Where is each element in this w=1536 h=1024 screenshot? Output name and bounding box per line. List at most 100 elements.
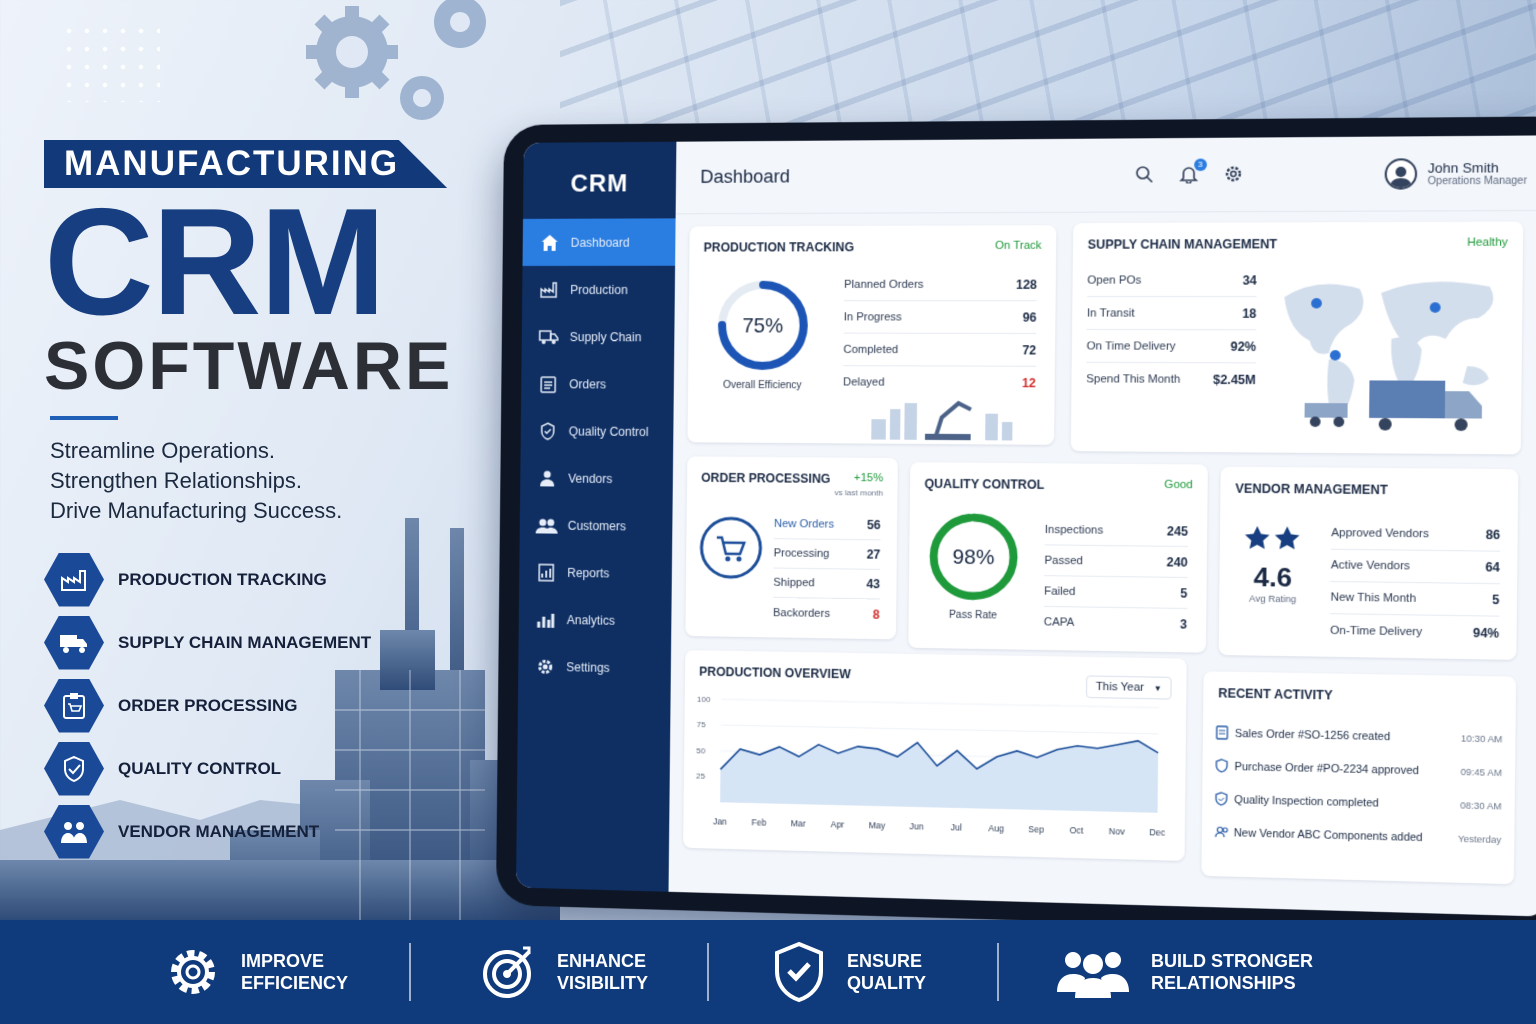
status-badge: On Track xyxy=(994,239,1042,253)
recent-activity-card[interactable]: RECENT ACTIVITY Sales Order #SO-1256 cre… xyxy=(1201,671,1517,885)
page-title: Dashboard xyxy=(700,166,791,187)
sidebar-item-label: Vendors xyxy=(568,471,613,486)
vendor-management-card[interactable]: VENDOR MANAGEMENT 4.6 Avg Rating Approve… xyxy=(1218,466,1519,660)
stat-value: 5 xyxy=(1492,592,1500,608)
status-badge: Good xyxy=(1164,478,1193,492)
stat-value: 72 xyxy=(1022,342,1037,358)
benefit-item: ENSURE QUALITY xyxy=(771,941,997,1003)
top-bar: Dashboard 3 John Smith Operations Manage… xyxy=(675,135,1536,215)
handshake-icon xyxy=(44,804,104,859)
quality-control-card[interactable]: QUALITY CONTROL Good 98% Pass Rate Inspe… xyxy=(908,462,1208,653)
sidebar-item-vendors[interactable]: Vendors xyxy=(520,454,673,503)
activity-time: 10:30 AM xyxy=(1460,733,1503,745)
truck-icon xyxy=(44,615,104,670)
stat-value: 34 xyxy=(1242,272,1257,288)
sidebar-item-production[interactable]: Production xyxy=(522,266,675,313)
x-tick-label: Jun xyxy=(909,821,924,832)
stat-label: CAPA xyxy=(1043,616,1075,629)
stat-value: 8 xyxy=(872,606,880,622)
feature-label: ORDER PROCESSING xyxy=(118,695,298,715)
benefit-item: IMPROVE EFFICIENCY xyxy=(165,942,391,1002)
stat-row: Failed 5 xyxy=(1043,576,1188,609)
benefit-item: ENHANCE VISIBILITY xyxy=(481,942,707,1002)
promo-panel: MANUFACTURING CRM SOFTWARE Streamline Op… xyxy=(44,140,474,863)
inspection-icon xyxy=(1215,791,1234,809)
stat-row: Inspections 245 xyxy=(1044,514,1189,548)
feature-list: PRODUCTION TRACKING SUPPLY CHAIN MANAGEM… xyxy=(44,548,474,863)
order-processing-card[interactable]: ORDER PROCESSING +15% vs last month New … xyxy=(685,456,898,640)
stat-value: 86 xyxy=(1485,527,1501,543)
stat-row: Open POs 34 xyxy=(1087,263,1257,298)
stat-row: Passed 240 xyxy=(1044,545,1188,579)
status-sub: vs last month xyxy=(834,488,884,498)
activity-item[interactable]: New Vendor ABC Components added Yesterda… xyxy=(1214,816,1501,856)
supply-chain-card[interactable]: SUPPLY CHAIN MANAGEMENT Healthy Open POs… xyxy=(1070,221,1524,455)
sidebar-item-settings[interactable]: Settings xyxy=(518,642,671,692)
gear-icon xyxy=(171,950,215,994)
benefit-line: ENSURE xyxy=(847,951,923,971)
sidebar-item-label: Customers xyxy=(567,518,627,533)
sidebar-item-supply-chain[interactable]: Supply Chain xyxy=(522,313,675,361)
production-overview-card[interactable]: PRODUCTION OVERVIEW This Year ▼ 100 75 50 2… xyxy=(683,650,1187,861)
tagline-line: Drive Manufacturing Success. xyxy=(50,498,343,523)
factory-icon xyxy=(538,278,560,300)
x-tick-label: Jul xyxy=(951,822,963,833)
stat-row: Backorders 8 xyxy=(773,598,880,629)
world-map-icon xyxy=(1283,281,1494,432)
stat-row: Active Vendors 64 xyxy=(1330,549,1501,585)
sidebar-item-quality-control[interactable]: Quality Control xyxy=(521,407,674,455)
x-tick-label: Oct xyxy=(1069,825,1084,836)
benefit-label: ENSURE QUALITY xyxy=(847,950,997,994)
sidebar-item-customers[interactable]: Customers xyxy=(520,501,673,550)
stat-label: Approved Vendors xyxy=(1331,526,1430,541)
users-icon xyxy=(535,514,558,536)
stat-label: Failed xyxy=(1044,584,1076,598)
gear-icon[interactable] xyxy=(1224,164,1246,185)
stat-value: 3 xyxy=(1179,617,1188,632)
stat-label: Processing xyxy=(773,547,830,561)
search-icon[interactable] xyxy=(1134,165,1155,186)
divider xyxy=(409,943,411,1001)
stat-row: CAPA 3 xyxy=(1044,607,1188,640)
bell-icon[interactable]: 3 xyxy=(1179,158,1207,185)
stat-label: Inspections xyxy=(1044,523,1104,537)
benefit-line: ENHANCE xyxy=(557,951,647,971)
grid-line xyxy=(721,725,1158,734)
sidebar-item-orders[interactable]: Orders xyxy=(521,360,674,408)
stat-value: 92% xyxy=(1230,338,1257,354)
stat-label: Shipped xyxy=(773,576,815,590)
home-icon xyxy=(539,231,561,253)
stat-row: Completed 72 xyxy=(843,333,1037,367)
top-actions: 3 xyxy=(1134,158,1246,186)
user-menu[interactable]: John Smith Operations Manager xyxy=(1384,157,1528,190)
decorative-dots xyxy=(60,22,160,102)
card-title: PRODUCTION TRACKING xyxy=(703,240,855,255)
stat-label: Active Vendors xyxy=(1330,559,1411,573)
status-badge: Healthy xyxy=(1467,236,1508,249)
stat-row: Spend This Month $2.45M xyxy=(1086,363,1256,397)
production-tracking-card[interactable]: PRODUCTION TRACKING On Track 75% Overall… xyxy=(687,225,1057,445)
vendor-icon xyxy=(536,467,558,489)
production-stats: Planned Orders 128 In Progress 96 Complete… xyxy=(843,268,1038,399)
x-tick-label: Apr xyxy=(831,819,845,830)
users-icon xyxy=(1215,825,1234,841)
rating-value: 4.6 xyxy=(1253,561,1293,593)
stat-row: Planned Orders 128 xyxy=(843,268,1038,302)
stat-value: 12 xyxy=(1021,375,1036,391)
user-role: Operations Manager xyxy=(1427,174,1528,187)
stat-value: 27 xyxy=(866,547,881,562)
rating-block: 4.6 Avg Rating xyxy=(1230,525,1316,605)
sidebar: CRM Dashboard Production Supply Chain Or… xyxy=(516,141,677,892)
activity-text: Quality Inspection completed xyxy=(1234,793,1379,810)
sidebar-item-dashboard[interactable]: Dashboard xyxy=(522,218,676,266)
sidebar-item-reports[interactable]: Reports xyxy=(519,548,672,597)
star-rating-icon xyxy=(1244,525,1300,550)
stat-label: In Transit xyxy=(1086,306,1135,320)
tagline-line: Strengthen Relationships. xyxy=(50,468,302,493)
tagline-line: Streamline Operations. xyxy=(50,438,275,463)
rating-label: Avg Rating xyxy=(1249,593,1297,605)
x-tick-label: Dec xyxy=(1149,827,1166,838)
avatar xyxy=(1384,157,1418,190)
sidebar-item-analytics[interactable]: Analytics xyxy=(519,595,672,645)
stat-label: In Progress xyxy=(843,310,902,324)
